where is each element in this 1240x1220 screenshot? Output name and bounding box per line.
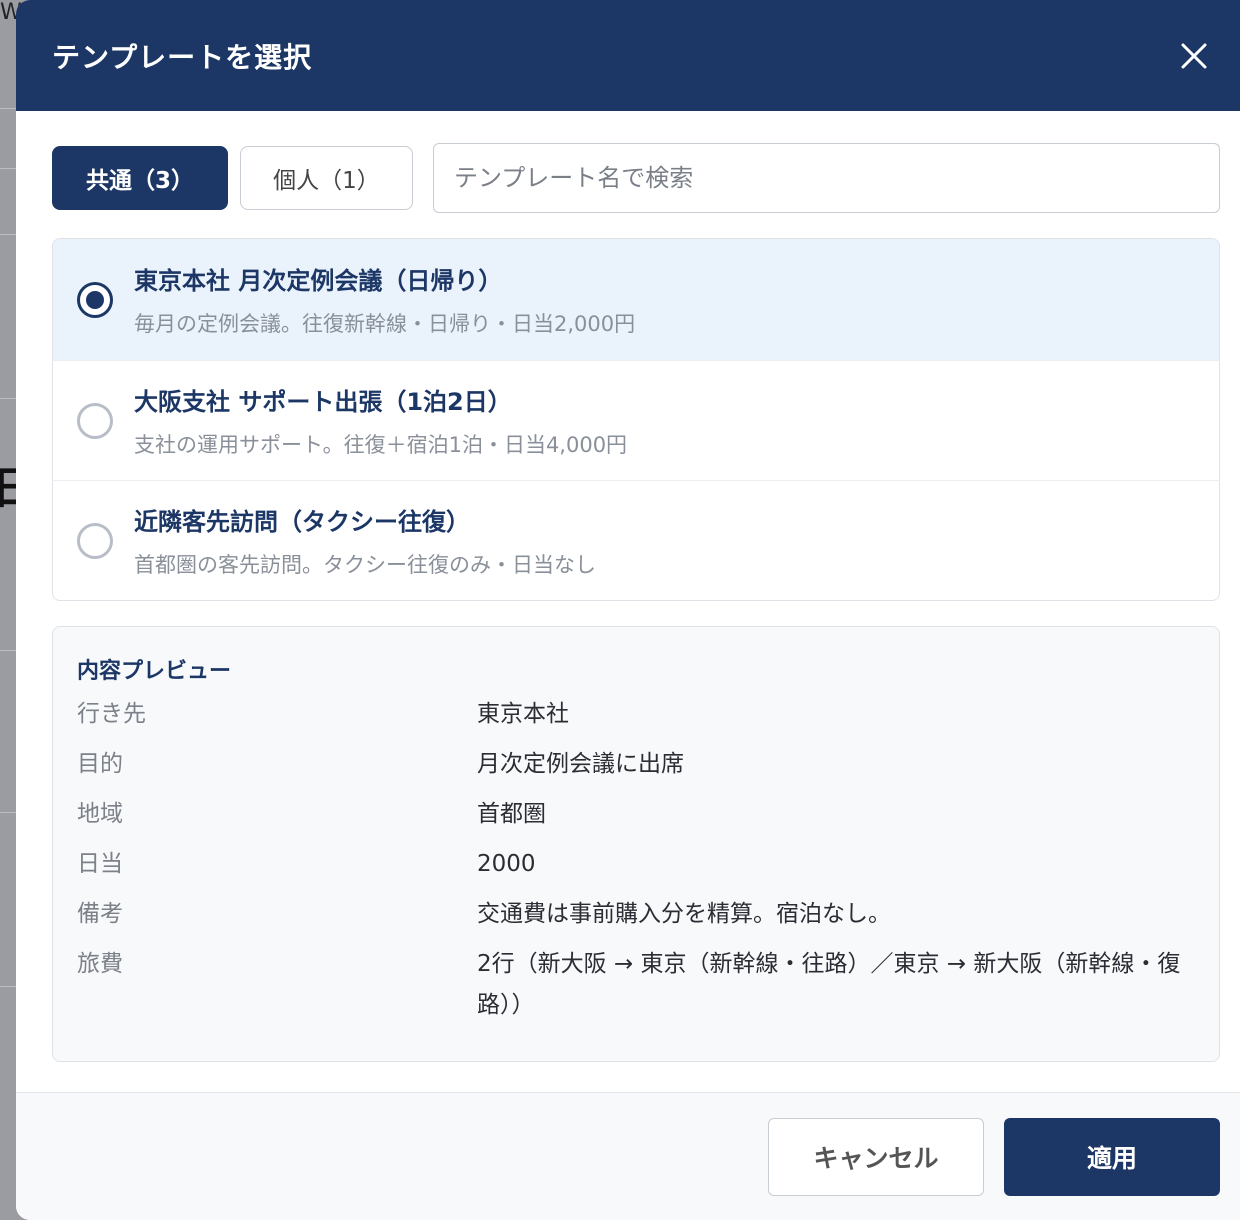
radio-button[interactable]: [77, 402, 113, 439]
divider: [0, 650, 16, 651]
preview-value: 2行（新大阪 → 東京（新幹線・往路）／東京 → 新大阪（新幹線・復路））: [477, 951, 1181, 1018]
filter-toolbar: 共通（3） 個人（1）: [52, 143, 1220, 213]
tab-personal[interactable]: 個人（1）: [240, 146, 413, 210]
preview-row: 旅費 2行（新大阪 → 東京（新幹線・往路）／東京 → 新大阪（新幹線・復路））: [77, 944, 1195, 1026]
dialog-title: テンプレートを選択: [52, 40, 313, 74]
preview-label: 旅費: [77, 951, 123, 977]
close-icon: [1181, 43, 1207, 68]
list-item-text: 近隣客先訪問（タクシー往復） 首都圏の客先訪問。タクシー往復のみ・日当なし: [134, 502, 596, 579]
template-title: 東京本社 月次定例会議（日帰り）: [134, 267, 503, 295]
content-preview: 内容プレビュー 行き先 東京本社 目的 月次定例会議に出席 地域 首都圏 日当 …: [52, 626, 1220, 1062]
close-button[interactable]: [1172, 34, 1216, 78]
template-description: 支社の運用サポート。往復＋宿泊1泊・日当4,000円: [134, 433, 628, 457]
template-select-dialog: テンプレートを選択 共通（3） 個人（1） 東京本社 月次定例会議（日帰り） 毎…: [16, 0, 1240, 1220]
preview-label: 目的: [77, 751, 123, 777]
preview-row: 日当 2000: [77, 844, 1195, 885]
list-item[interactable]: 近隣客先訪問（タクシー往復） 首都圏の客先訪問。タクシー往復のみ・日当なし: [53, 480, 1219, 600]
preview-value: 交通費は事前購入分を精算。宿泊なし。: [477, 901, 891, 927]
tab-common[interactable]: 共通（3）: [52, 146, 228, 210]
divider: [0, 108, 16, 109]
preview-label: 日当: [77, 851, 123, 877]
dialog-body: 共通（3） 個人（1） 東京本社 月次定例会議（日帰り） 毎月の定例会議。往復新…: [16, 111, 1240, 1062]
template-description: 毎月の定例会議。往復新幹線・日帰り・日当2,000円: [134, 312, 636, 336]
preview-row: 地域 首都圏: [77, 794, 1195, 835]
divider: [0, 168, 16, 169]
divider: [0, 986, 16, 987]
preview-label: 備考: [77, 901, 123, 927]
list-item-text: 東京本社 月次定例会議（日帰り） 毎月の定例会議。往復新幹線・日帰り・日当2,0…: [134, 261, 635, 338]
preview-row: 行き先 東京本社: [77, 694, 1195, 735]
template-title: 近隣客先訪問（タクシー往復）: [134, 508, 470, 536]
preview-label: 行き先: [77, 701, 146, 727]
template-title: 大阪支社 サポート出張（1泊2日）: [134, 388, 512, 416]
list-item[interactable]: 東京本社 月次定例会議（日帰り） 毎月の定例会議。往復新幹線・日帰り・日当2,0…: [53, 239, 1219, 360]
preview-label: 地域: [77, 801, 123, 827]
divider: [0, 234, 16, 235]
apply-button[interactable]: 適用: [1004, 1117, 1220, 1196]
preview-row: 目的 月次定例会議に出席: [77, 744, 1195, 785]
list-item[interactable]: 大阪支社 サポート出張（1泊2日） 支社の運用サポート。往復＋宿泊1泊・日当4,…: [53, 360, 1219, 480]
preview-row: 備考 交通費は事前購入分を精算。宿泊なし。: [77, 894, 1195, 935]
radio-button[interactable]: [77, 522, 113, 559]
dialog-footer: キャンセル 適用: [16, 1092, 1240, 1220]
preview-value: 首都圏: [477, 801, 546, 827]
dialog-header: テンプレートを選択: [16, 0, 1240, 111]
template-description: 首都圏の客先訪問。タクシー往復のみ・日当なし: [134, 553, 596, 577]
search-input[interactable]: [433, 143, 1220, 213]
divider: [0, 398, 16, 399]
preview-value: 2000: [477, 851, 536, 877]
preview-heading: 内容プレビュー: [77, 659, 232, 684]
preview-value: 月次定例会議に出席: [477, 751, 684, 777]
radio-button[interactable]: [77, 281, 113, 318]
preview-value: 東京本社: [477, 701, 569, 727]
list-item-text: 大阪支社 サポート出張（1泊2日） 支社の運用サポート。往復＋宿泊1泊・日当4,…: [134, 382, 627, 459]
cancel-button[interactable]: キャンセル: [768, 1117, 984, 1196]
template-list: 東京本社 月次定例会議（日帰り） 毎月の定例会議。往復新幹線・日帰り・日当2,0…: [52, 238, 1220, 601]
divider: [0, 812, 16, 813]
